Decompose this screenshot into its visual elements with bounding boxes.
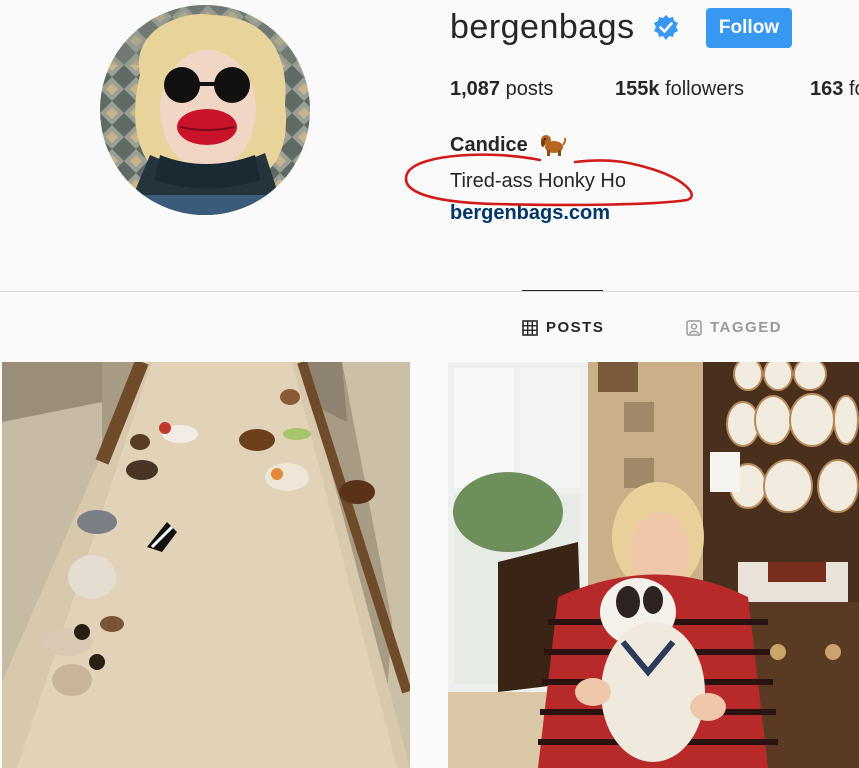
posts-count-stat[interactable]: 1,087 posts xyxy=(450,78,553,101)
grid-icon xyxy=(522,320,538,336)
follow-button[interactable]: Follow xyxy=(706,8,792,48)
tabs-divider xyxy=(0,291,859,292)
tab-posts[interactable]: POSTS xyxy=(522,318,622,338)
tagged-person-icon xyxy=(686,320,702,336)
followers-count: 155k xyxy=(615,78,660,100)
tab-tagged[interactable]: TAGGED xyxy=(686,318,796,338)
following-count: 163 xyxy=(810,78,844,100)
red-circle-annotation xyxy=(404,153,693,207)
posts-count: 1,087 xyxy=(450,78,501,100)
tab-tagged-label: TAGGED xyxy=(710,319,783,336)
posts-label: posts xyxy=(505,78,554,100)
profile-username: bergenbags xyxy=(450,8,635,46)
followers-label: followers xyxy=(665,78,744,100)
verified-badge-icon xyxy=(654,15,678,40)
following-label: following xyxy=(848,78,859,100)
followers-stat[interactable]: 155k followers xyxy=(615,78,744,101)
post-thumbnail[interactable] xyxy=(448,362,859,768)
following-stat[interactable]: 163 following xyxy=(810,78,859,101)
post-thumbnail[interactable] xyxy=(2,362,410,768)
profile-avatar[interactable] xyxy=(100,5,310,215)
active-tab-indicator xyxy=(522,290,603,291)
tab-posts-label: POSTS xyxy=(546,319,605,336)
profile-stats: 1,087 posts 155k followers 163 following xyxy=(450,78,859,104)
